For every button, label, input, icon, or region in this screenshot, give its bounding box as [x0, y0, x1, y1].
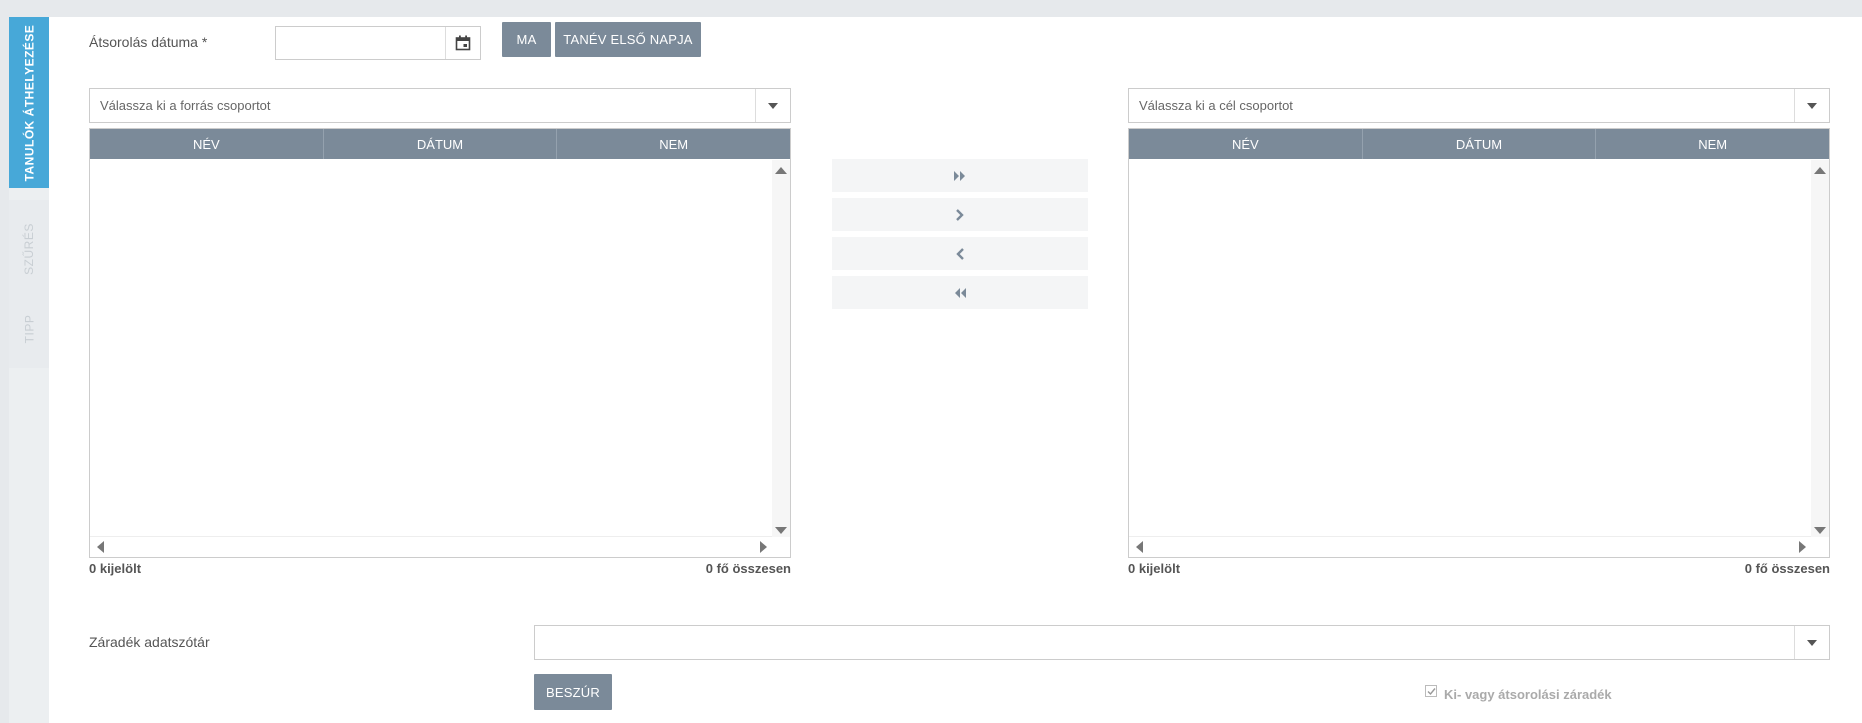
calendar-button[interactable]	[445, 27, 480, 59]
clause-checkbox[interactable]	[1425, 685, 1437, 697]
target-col-gender[interactable]: NEM	[1596, 129, 1829, 159]
calendar-icon	[455, 35, 471, 51]
chevron-left-icon	[956, 247, 964, 260]
target-grid-header: NÉV DÁTUM NEM	[1129, 129, 1829, 159]
scroll-up-icon[interactable]	[1814, 167, 1826, 174]
tab-student-transfer[interactable]: TANULÓK ÁTHELYEZÉSE	[9, 17, 49, 188]
target-col-date[interactable]: DÁTUM	[1363, 129, 1597, 159]
today-button[interactable]: MA	[502, 22, 551, 57]
clause-select[interactable]	[534, 625, 1830, 660]
date-field[interactable]	[275, 26, 481, 60]
scroll-right-icon[interactable]	[1799, 541, 1806, 553]
target-vertical-scrollbar[interactable]	[1811, 160, 1829, 537]
move-left-button[interactable]	[832, 237, 1088, 270]
move-all-left-button[interactable]	[832, 276, 1088, 309]
target-group-placeholder: Válassza ki a cél csoportot	[1139, 98, 1293, 113]
chevron-down-icon	[1807, 639, 1817, 646]
scroll-up-icon[interactable]	[775, 167, 787, 174]
target-horizontal-scrollbar[interactable]	[1129, 536, 1811, 557]
double-chevron-left-icon	[955, 287, 966, 298]
target-col-name[interactable]: NÉV	[1129, 129, 1363, 159]
scroll-down-icon[interactable]	[1814, 527, 1826, 534]
source-dropdown-button[interactable]	[755, 89, 790, 122]
source-col-name[interactable]: NÉV	[90, 129, 324, 159]
source-col-date[interactable]: DÁTUM	[324, 129, 558, 159]
source-grid: NÉV DÁTUM NEM	[89, 128, 791, 558]
source-grid-header: NÉV DÁTUM NEM	[90, 129, 790, 159]
double-chevron-right-icon	[954, 170, 965, 181]
target-grid: NÉV DÁTUM NEM	[1128, 128, 1830, 558]
target-group-select[interactable]: Válassza ki a cél csoportot	[1128, 88, 1830, 123]
side-tabs: TANULÓK ÁTHELYEZÉSE SZŰRÉS TIPP	[9, 17, 49, 723]
move-all-right-button[interactable]	[832, 159, 1088, 192]
clause-label: Záradék adatszótár	[89, 634, 210, 650]
check-icon	[1427, 687, 1436, 695]
source-selected-count: 0 kijelölt	[89, 561, 142, 576]
tab-filter-label: SZŰRÉS	[22, 222, 36, 275]
scroll-left-icon[interactable]	[97, 541, 104, 553]
target-total-count: 0 fő összesen	[1744, 561, 1830, 576]
source-total-count: 0 fő összesen	[705, 561, 791, 576]
source-col-gender[interactable]: NEM	[557, 129, 790, 159]
clause-dropdown-button[interactable]	[1794, 626, 1829, 659]
target-selected-count: 0 kijelölt	[1128, 561, 1181, 576]
source-group-placeholder: Válassza ki a forrás csoportot	[100, 98, 271, 113]
scroll-down-icon[interactable]	[775, 527, 787, 534]
tab-student-transfer-label: TANULÓK ÁTHELYEZÉSE	[22, 24, 37, 181]
move-right-button[interactable]	[832, 198, 1088, 231]
first-day-button[interactable]: TANÉV ELSŐ NAPJA	[555, 22, 701, 57]
scroll-left-icon[interactable]	[1136, 541, 1143, 553]
top-bar	[0, 0, 1862, 17]
source-horizontal-scrollbar[interactable]	[90, 536, 772, 557]
source-group-select[interactable]: Válassza ki a forrás csoportot	[89, 88, 791, 123]
left-strip	[0, 17, 9, 723]
tab-tip-label: TIPP	[21, 314, 36, 344]
tab-tip[interactable]: TIPP	[9, 290, 49, 368]
chevron-down-icon	[1807, 102, 1817, 109]
tab-filter[interactable]: SZŰRÉS	[9, 200, 49, 297]
chevron-down-icon	[768, 102, 778, 109]
target-dropdown-button[interactable]	[1794, 89, 1829, 122]
scroll-right-icon[interactable]	[760, 541, 767, 553]
date-label: Átsorolás dátuma *	[89, 34, 208, 50]
chevron-right-icon	[956, 208, 964, 221]
insert-button[interactable]: BESZÚR	[534, 674, 612, 710]
clause-checkbox-label: Ki- vagy átsorolási záradék	[1444, 687, 1612, 702]
source-vertical-scrollbar[interactable]	[772, 160, 790, 537]
